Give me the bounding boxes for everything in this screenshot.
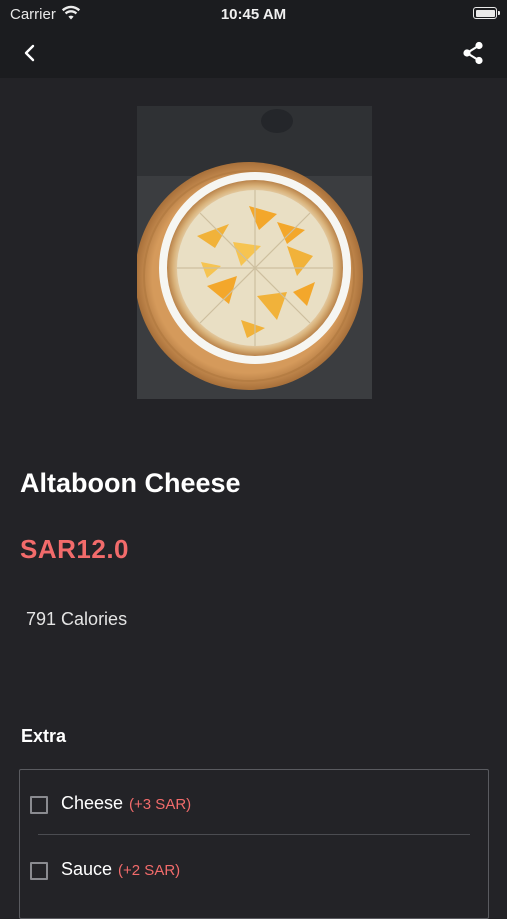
battery-icon [473, 7, 500, 19]
checkbox[interactable] [30, 862, 48, 880]
clock-label: 10:45 AM [220, 6, 287, 23]
extra-item-name: Sauce [61, 859, 113, 879]
divider [38, 834, 470, 835]
extra-item-name: Cheese [61, 793, 124, 813]
status-bar: Carrier 10:45 AM [0, 0, 507, 28]
extra-item-price: (+3 SAR) [129, 796, 192, 813]
calories-value: 791 [26, 609, 57, 629]
checkbox[interactable] [30, 796, 48, 814]
product-image [137, 106, 372, 399]
product-price: SAR12.0 [20, 534, 129, 564]
nav-bar [0, 28, 507, 78]
extra-item-cheese[interactable]: Cheese (+3 SAR) [20, 772, 488, 832]
calories-label: 791 Calories [26, 609, 132, 630]
extra-item-price: (+2 SAR) [118, 862, 181, 879]
calories-unit: Calories [61, 609, 128, 629]
product-title: Altaboon Cheese [20, 468, 241, 498]
chevron-left-icon [24, 44, 35, 62]
extra-item-sauce[interactable]: Sauce (+2 SAR) [20, 838, 488, 898]
share-icon [463, 41, 483, 65]
extra-heading: Extra [21, 726, 67, 746]
back-button[interactable] [16, 40, 44, 66]
extras-list: Cheese (+3 SAR) Sauce (+2 SAR) [19, 769, 489, 919]
share-button[interactable] [459, 39, 487, 67]
